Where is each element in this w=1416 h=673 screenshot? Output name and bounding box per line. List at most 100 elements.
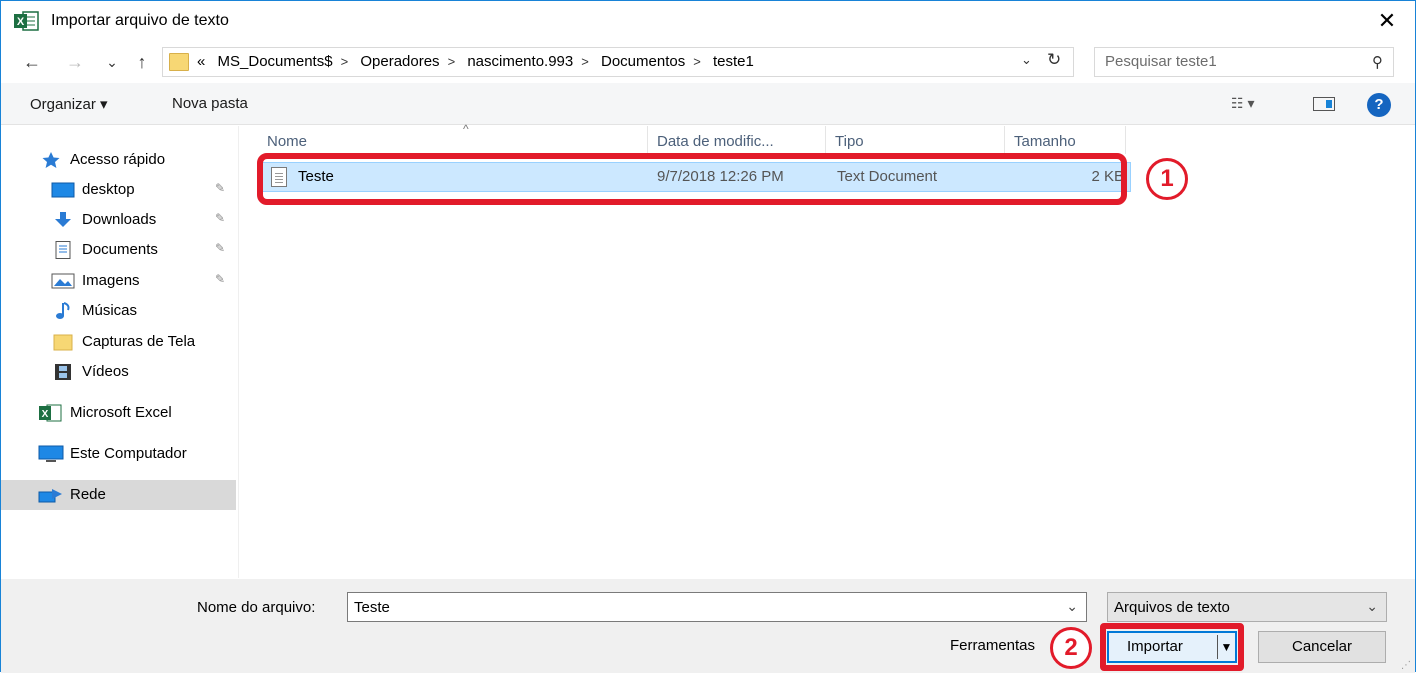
help-icon[interactable]: ? <box>1367 93 1391 117</box>
chevron-right-icon: > <box>693 54 701 69</box>
address-bar[interactable]: « MS_Documents$ > Operadores > nascimento.… <box>162 47 1074 77</box>
file-date: 9/7/2018 12:26 PM <box>657 168 784 185</box>
sidebar-item-downloads[interactable]: Downloads ✎ <box>1 205 236 235</box>
view-options-icon[interactable]: ☷ ▾ <box>1231 95 1254 112</box>
excel-icon: X <box>14 11 39 31</box>
navigation-pane: Acesso rápido desktop ✎ Downloads ✎ Docu… <box>1 126 239 578</box>
title-bar: X Importar arquivo de texto ✕ <box>1 1 1415 41</box>
sidebar-item-musicas[interactable]: Músicas <box>1 296 236 326</box>
import-text-dialog: X Importar arquivo de texto ✕ ← → ⌄ ↑ « … <box>0 0 1416 673</box>
sidebar-item-label: Documents <box>82 241 158 258</box>
sidebar-item-este-computador[interactable]: Este Computador <box>1 439 236 469</box>
sidebar-item-capturas-de-tela[interactable]: Capturas de Tela <box>1 327 236 357</box>
breadcrumb-teste1[interactable]: teste1 <box>713 53 754 70</box>
breadcrumb-documentos[interactable]: Documentos <box>601 53 685 70</box>
sidebar-item-label: Downloads <box>82 211 157 228</box>
preview-pane-icon[interactable] <box>1313 97 1335 111</box>
network-icon <box>38 489 62 503</box>
new-folder-button[interactable]: Nova pasta <box>172 95 248 112</box>
film-icon <box>55 364 71 380</box>
column-header-tamanho[interactable]: Tamanho <box>1005 126 1126 154</box>
close-button[interactable]: ✕ <box>1373 7 1401 35</box>
chevron-right-icon: > <box>581 54 589 69</box>
column-header-data[interactable]: Data de modific... <box>648 126 826 154</box>
search-input[interactable]: Pesquisar teste1 <box>1105 53 1217 70</box>
search-icon[interactable]: ⚲ <box>1372 53 1383 71</box>
tools-menu-button[interactable]: Ferramentas <box>950 637 1035 654</box>
window-title: Importar arquivo de texto <box>51 12 229 29</box>
document-icon <box>55 241 71 259</box>
step-badge-2: 2 <box>1050 627 1092 669</box>
music-note-icon <box>56 302 70 319</box>
sidebar-item-label: Acesso rápido <box>70 151 166 168</box>
download-icon <box>55 212 71 227</box>
pictures-icon <box>51 273 75 289</box>
split-arrow-icon[interactable]: ▼ <box>1217 635 1235 659</box>
svg-text:X: X <box>42 409 49 420</box>
address-dropdown-icon[interactable]: ⌄ <box>1021 52 1032 68</box>
breadcrumb-nascimento[interactable]: nascimento.993 <box>467 53 573 70</box>
excel-icon: X <box>39 404 62 422</box>
sidebar-item-label: Músicas <box>82 302 138 319</box>
recent-locations-icon[interactable]: ⌄ <box>101 51 123 73</box>
refresh-icon[interactable]: ↻ <box>1047 50 1061 70</box>
text-document-icon <box>271 167 287 187</box>
sidebar-item-label: Este Computador <box>70 445 187 462</box>
sidebar-item-label: Rede <box>70 486 106 503</box>
organize-button[interactable]: Organizar ▾ <box>30 95 108 113</box>
filetype-select[interactable]: Arquivos de texto ⌄ <box>1107 592 1387 622</box>
sidebar-item-label: Imagens <box>82 272 140 289</box>
star-icon <box>42 152 60 168</box>
sidebar-item-quick-access[interactable]: Acesso rápido <box>1 145 236 175</box>
cancel-button-label: Cancelar <box>1291 638 1353 655</box>
breadcrumb-ms-documents[interactable]: MS_Documents$ <box>218 53 333 70</box>
pin-icon: ✎ <box>215 272 226 286</box>
up-arrow-icon[interactable]: ↑ <box>131 51 153 73</box>
breadcrumb: « MS_Documents$ > Operadores > nascimento.… <box>197 53 762 70</box>
search-box[interactable]: Pesquisar teste1 ⚲ <box>1094 47 1394 77</box>
sidebar-item-label: Microsoft Excel <box>70 404 172 421</box>
sidebar-item-label: Vídeos <box>82 363 129 380</box>
column-header-nome[interactable]: Nome ^ <box>258 122 648 154</box>
sidebar-item-label: desktop <box>82 181 135 198</box>
step-badge-1: 1 <box>1146 158 1188 200</box>
computer-icon <box>38 445 64 462</box>
dialog-footer: Nome do arquivo: Teste ⌄ Arquivos de tex… <box>1 579 1415 673</box>
filetype-value: Arquivos de texto <box>1114 599 1230 616</box>
sidebar-item-desktop[interactable]: desktop ✎ <box>1 175 236 205</box>
breadcrumb-operadores[interactable]: Operadores <box>360 53 439 70</box>
import-button[interactable]: Importar ▼ <box>1107 631 1237 663</box>
pin-icon: ✎ <box>215 181 226 195</box>
forward-arrow-icon[interactable]: → <box>64 51 86 73</box>
folder-icon <box>169 53 189 71</box>
filename-value: Teste <box>354 599 390 616</box>
table-row[interactable]: Teste 9/7/2018 12:26 PM Text Document 2 … <box>261 162 1131 192</box>
file-type: Text Document <box>837 168 938 185</box>
sidebar-item-rede[interactable]: Rede <box>1 480 236 510</box>
sort-ascending-icon: ^ <box>463 122 469 136</box>
file-list: Nome ^ Data de modific... Tipo Tamanho T… <box>241 122 1415 578</box>
back-arrow-icon[interactable]: ← <box>21 51 43 73</box>
desktop-icon <box>51 182 75 198</box>
chevron-down-icon: ⌄ <box>1366 598 1378 614</box>
resize-grip-icon[interactable]: ⋰ <box>1401 660 1411 671</box>
breadcrumb-overflow[interactable]: « <box>197 53 205 70</box>
sidebar-item-videos[interactable]: Vídeos <box>1 357 236 387</box>
file-name: Teste <box>298 168 334 185</box>
sidebar-item-label: Capturas de Tela <box>82 333 196 350</box>
filename-field[interactable]: Teste ⌄ <box>347 592 1087 622</box>
sidebar-item-documents[interactable]: Documents ✎ <box>1 235 236 265</box>
pin-icon: ✎ <box>215 241 226 255</box>
chevron-right-icon: > <box>340 54 349 69</box>
chevron-right-icon: > <box>447 54 456 69</box>
import-button-label: Importar <box>1127 638 1183 655</box>
folder-icon <box>53 334 73 351</box>
pin-icon: ✎ <box>215 211 226 225</box>
column-header-tipo[interactable]: Tipo <box>826 126 1005 154</box>
sidebar-item-imagens[interactable]: Imagens ✎ <box>1 266 236 296</box>
chevron-down-icon[interactable]: ⌄ <box>1066 598 1078 615</box>
command-toolbar: Organizar ▾ Nova pasta ☷ ▾ ? <box>1 83 1415 125</box>
navigation-bar: ← → ⌄ ↑ « MS_Documents$ > Operadores > nas… <box>1 43 1415 81</box>
sidebar-item-microsoft-excel[interactable]: X Microsoft Excel <box>1 398 236 428</box>
cancel-button[interactable]: Cancelar <box>1258 631 1386 663</box>
